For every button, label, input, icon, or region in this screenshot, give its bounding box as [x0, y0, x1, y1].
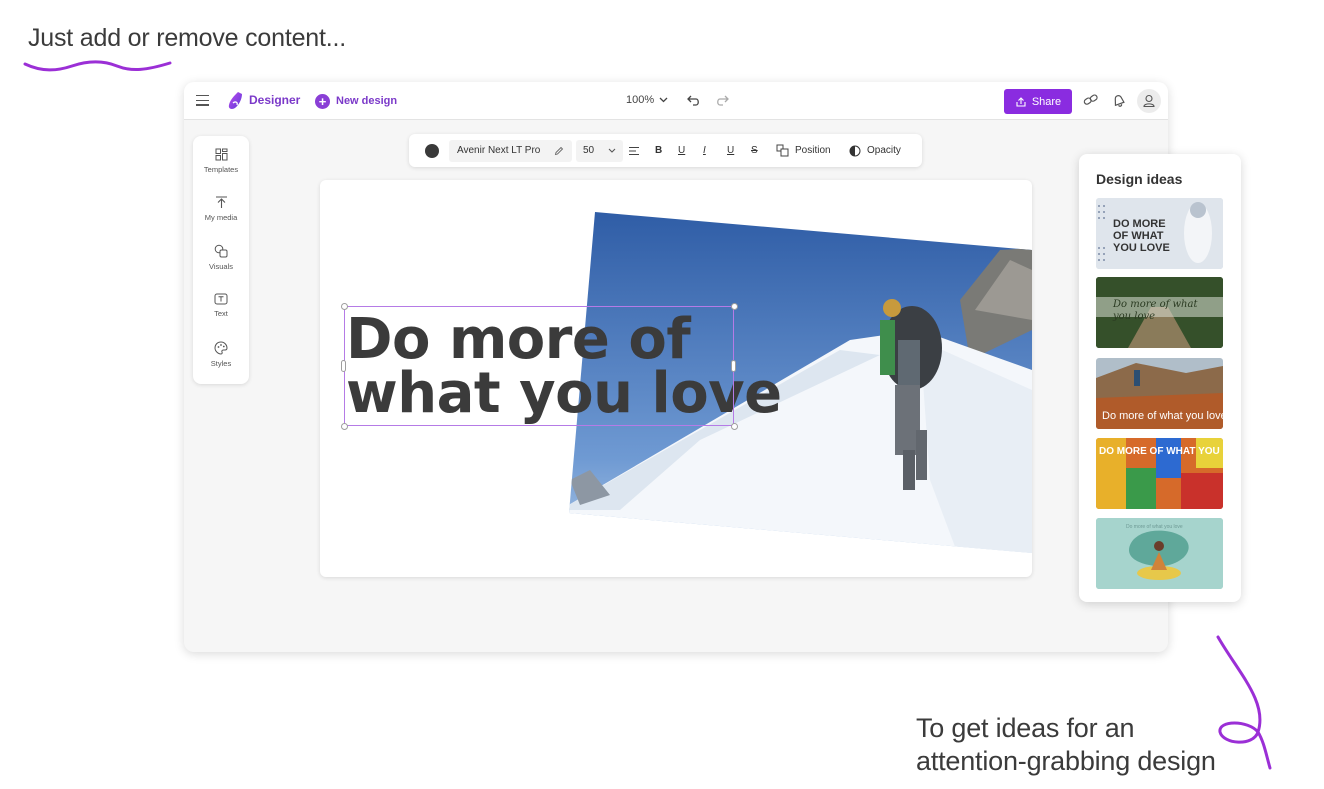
design-canvas[interactable]: Do more of what you love: [320, 180, 1032, 577]
opacity-icon: [849, 145, 861, 156]
font-size-value: 50: [583, 145, 595, 156]
share-icon: [1016, 96, 1026, 107]
upload-icon: [215, 196, 227, 208]
thumb-caption: DO MORE OF WHAT YOU LOVE: [1099, 446, 1223, 457]
format-toolbar: Avenir Next LT Pro 50 B U I U S Position: [409, 134, 922, 167]
position-button[interactable]: Position: [776, 134, 831, 167]
undo-icon[interactable]: [686, 92, 702, 108]
rail-item-text[interactable]: Text: [193, 293, 249, 333]
opacity-label: Opacity: [867, 145, 901, 156]
rail-label-visuals: Visuals: [208, 262, 234, 271]
shapes-icon: [214, 244, 228, 258]
chevron-down-icon: [608, 148, 616, 153]
thumb-caption: Do more of what you love: [1102, 410, 1223, 422]
design-idea-thumb[interactable]: Do more of what you love: [1096, 358, 1223, 429]
rail-item-my-media[interactable]: My media: [193, 196, 249, 236]
italic-button[interactable]: I: [703, 134, 706, 167]
chevron-down-icon: [659, 97, 668, 103]
align-button[interactable]: [628, 134, 640, 167]
menu-icon[interactable]: [196, 95, 209, 106]
opacity-button[interactable]: Opacity: [849, 134, 901, 167]
rail-label-styles: Styles: [210, 359, 232, 368]
zoom-value: 100%: [626, 94, 655, 106]
ink-arrow-swirl: [1216, 635, 1272, 770]
bold-button[interactable]: B: [655, 134, 662, 167]
pencil-icon: [555, 146, 564, 155]
design-ideas-title: Design ideas: [1096, 171, 1183, 187]
redo-icon[interactable]: [714, 92, 730, 108]
design-idea-thumb[interactable]: DO MORE OF WHAT YOU LOVE: [1096, 438, 1223, 509]
ink-underline: [23, 60, 172, 72]
rail-item-templates[interactable]: Templates: [193, 148, 249, 188]
zoom-select[interactable]: 100%: [626, 94, 668, 106]
font-size-select[interactable]: 50: [576, 134, 624, 167]
resize-handle-bottom-right[interactable]: [731, 423, 738, 430]
top-bar: Designer + New design 100% Share: [184, 82, 1168, 120]
rail-item-visuals[interactable]: Visuals: [193, 244, 249, 284]
bell-icon[interactable]: [1110, 92, 1127, 109]
callout-annotation: To get ideas for an attention-grabbing d…: [916, 712, 1216, 778]
share-label: Share: [1031, 95, 1062, 108]
designer-window: Designer + New design 100% Share Templat…: [184, 82, 1168, 652]
design-idea-thumb[interactable]: Do more of what you love: [1096, 518, 1223, 589]
text-box-icon: [214, 293, 228, 305]
resize-handle-right[interactable]: [731, 360, 736, 372]
callout-line-2: attention-grabbing design: [916, 746, 1216, 776]
link-icon[interactable]: [1082, 92, 1099, 109]
position-label: Position: [795, 145, 831, 156]
slide-root: Just add or remove content... To get ide…: [0, 0, 1324, 789]
position-icon: [776, 144, 789, 157]
new-design-button[interactable]: + New design: [315, 92, 397, 110]
thumb-caption: DO MORE OF WHAT YOU LOVE: [1113, 218, 1170, 254]
design-ideas-panel: Design ideas DO MORE OF WHAT YOU LOVE Do…: [1079, 154, 1241, 602]
palette-icon: [214, 341, 228, 355]
resize-handle-bottom-left[interactable]: [341, 423, 348, 430]
plus-circle-icon: +: [315, 93, 330, 109]
headline-annotation: Just add or remove content...: [28, 24, 346, 52]
design-idea-thumb[interactable]: DO MORE OF WHAT YOU LOVE: [1096, 198, 1223, 269]
avatar[interactable]: [1137, 89, 1161, 113]
rail-label-my-media: My media: [204, 213, 238, 222]
left-rail: Templates My media Visuals Text Styles: [193, 136, 249, 384]
resize-handle-left[interactable]: [341, 360, 346, 372]
underline-alt-button[interactable]: U: [727, 134, 734, 167]
thumb-caption: Do more of what you love: [1113, 299, 1198, 322]
font-family-select[interactable]: Avenir Next LT Pro: [449, 134, 573, 167]
font-family-value: Avenir Next LT Pro: [457, 145, 541, 156]
templates-icon: [215, 148, 227, 161]
resize-handle-top-left[interactable]: [341, 303, 348, 310]
share-button[interactable]: Share: [1004, 89, 1072, 114]
brand-name[interactable]: Designer: [249, 93, 300, 107]
color-swatch: [425, 143, 439, 158]
align-left-icon: [629, 146, 639, 155]
underline-button[interactable]: U: [678, 134, 685, 167]
resize-handle-top-right[interactable]: [731, 303, 738, 310]
designer-logo-icon: [228, 92, 242, 109]
rail-label-templates: Templates: [203, 165, 239, 174]
text-color-button[interactable]: [425, 134, 439, 167]
rail-item-styles[interactable]: Styles: [193, 341, 249, 381]
selection-box[interactable]: [344, 306, 734, 426]
callout-line-1: To get ideas for an: [916, 713, 1135, 743]
person-icon: [1143, 94, 1155, 108]
rail-label-text: Text: [214, 309, 228, 318]
design-idea-thumb[interactable]: Do more of what you love: [1096, 277, 1223, 348]
strikethrough-button[interactable]: S: [751, 134, 758, 167]
thumb-caption: Do more of what you love: [1126, 524, 1183, 530]
new-design-label: New design: [336, 95, 398, 107]
